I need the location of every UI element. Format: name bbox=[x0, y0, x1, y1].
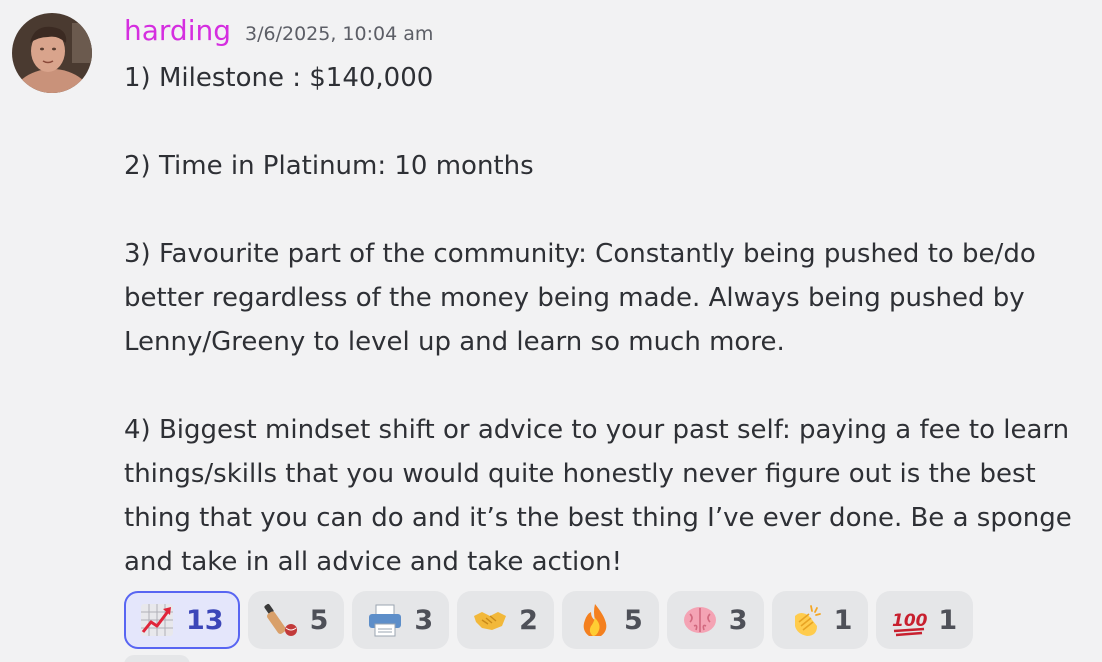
reaction-count: 2 bbox=[519, 604, 538, 636]
message-header: harding 3/6/2025, 10:04 am bbox=[124, 14, 433, 50]
reaction-count: 1 bbox=[833, 604, 853, 636]
username[interactable]: harding bbox=[124, 14, 231, 47]
reaction-count: 5 bbox=[309, 604, 329, 636]
reaction-printer[interactable]: 3 bbox=[352, 591, 450, 649]
reaction-chart-increasing[interactable]: 13 bbox=[124, 591, 240, 649]
chart-increasing-icon bbox=[138, 601, 176, 639]
reaction-brain[interactable]: 3 bbox=[666, 591, 764, 649]
timestamp[interactable]: 3/6/2025, 10:04 am bbox=[245, 23, 433, 45]
reaction-row-overflow[interactable] bbox=[124, 655, 190, 662]
message-content: 1) Milestone : $140,000 2) Time in Plati… bbox=[124, 56, 1096, 584]
handshake-icon bbox=[471, 601, 509, 639]
reaction-fire[interactable]: 5 bbox=[561, 591, 659, 649]
reaction-count: 13 bbox=[186, 604, 224, 636]
clapping-hands-icon bbox=[786, 601, 824, 639]
fire-icon bbox=[576, 601, 614, 639]
message-paragraph: 1) Milestone : $140,000 bbox=[124, 63, 434, 93]
cricket-bat-icon bbox=[262, 601, 300, 639]
message-paragraph: 4) Biggest mindset shift or advice to yo… bbox=[124, 415, 1072, 577]
reaction-clapping-hands[interactable]: 1 bbox=[771, 591, 869, 649]
reaction-hundred-points[interactable]: 100 1 bbox=[876, 591, 974, 649]
chat-message: harding 3/6/2025, 10:04 am 1) Milestone … bbox=[0, 0, 1102, 662]
printer-icon bbox=[366, 601, 404, 639]
reaction-handshake[interactable]: 2 bbox=[457, 591, 554, 649]
reaction-count: 5 bbox=[623, 604, 643, 636]
message-paragraph: 3) Favourite part of the community: Cons… bbox=[124, 239, 1036, 357]
reactions-bar: 13 5 3 2 5 3 1 100 1 bbox=[124, 591, 974, 649]
message-paragraph: 2) Time in Platinum: 10 months bbox=[124, 151, 534, 181]
hundred-points-icon: 100 bbox=[890, 601, 928, 639]
reaction-cricket-bat[interactable]: 5 bbox=[247, 591, 345, 649]
reaction-count: 1 bbox=[938, 604, 958, 636]
brain-icon bbox=[681, 601, 719, 639]
avatar[interactable] bbox=[12, 13, 92, 93]
reaction-count: 3 bbox=[728, 604, 748, 636]
reaction-count: 3 bbox=[414, 604, 434, 636]
